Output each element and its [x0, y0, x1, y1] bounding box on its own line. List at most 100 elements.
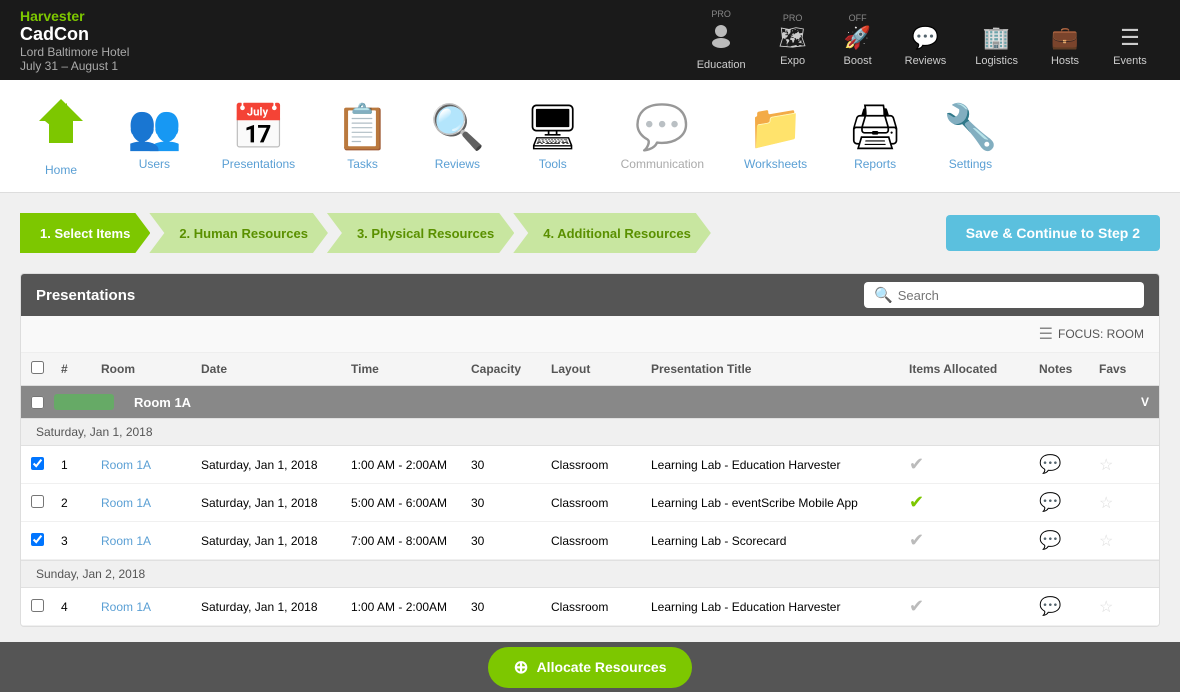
icon-nav-users[interactable]: 👥 Users: [112, 96, 197, 176]
fav-icon-2[interactable]: ☆: [1099, 495, 1113, 512]
row2-num: 2: [61, 496, 101, 510]
row2-room[interactable]: Room 1A: [101, 496, 201, 510]
step-4-label: 4. Additional Resources: [543, 226, 691, 241]
row3-fav[interactable]: ☆: [1099, 531, 1149, 551]
top-navigation: Harvester CadCon Lord Baltimore Hotel Ju…: [0, 0, 1180, 80]
icon-nav-presentations[interactable]: 📅 Presentations: [207, 96, 310, 176]
icon-nav-settings[interactable]: 🔧 Settings: [928, 96, 1013, 176]
row2-notes[interactable]: 💬: [1039, 492, 1099, 513]
reports-icon: 🖨: [847, 101, 903, 153]
icon-nav-reviews-label: Reviews: [435, 157, 480, 171]
col-date: Date: [201, 362, 351, 376]
brand-section: Harvester CadCon Lord Baltimore Hotel Ju…: [20, 8, 129, 73]
step-1-label: 1. Select Items: [40, 226, 130, 241]
row2-fav[interactable]: ☆: [1099, 493, 1149, 513]
users-icon: 👥: [127, 101, 182, 153]
nav-item-hosts[interactable]: 💼 Hosts: [1035, 5, 1095, 75]
nav-badge-events: [1129, 13, 1132, 23]
nav-item-education[interactable]: PRO Education: [685, 1, 758, 79]
col-allocated: Items Allocated: [909, 362, 1039, 376]
search-input[interactable]: [898, 288, 1134, 303]
row1-fav[interactable]: ☆: [1099, 455, 1149, 475]
nav-item-events[interactable]: ☰ Events: [1100, 5, 1160, 75]
allocated-icon-4: ✔: [909, 596, 924, 616]
nav-badge-education: PRO: [711, 9, 731, 19]
room-group-checkbox[interactable]: [31, 396, 44, 409]
icon-nav-reports[interactable]: 🖨 Reports: [832, 96, 918, 176]
nav-badge-hosts: [1064, 13, 1067, 23]
fav-icon-1[interactable]: ☆: [1099, 457, 1113, 474]
step-1[interactable]: 1. Select Items: [20, 213, 150, 253]
notes-icon-2[interactable]: 💬: [1039, 492, 1061, 512]
search-box[interactable]: 🔍: [864, 282, 1144, 308]
row1-checkbox[interactable]: [31, 457, 61, 473]
icon-nav-tools[interactable]: 🖥 Tools: [510, 96, 596, 176]
nav-label-education: Education: [697, 59, 746, 71]
row4-fav[interactable]: ☆: [1099, 597, 1149, 617]
allocated-icon-1: ✔: [909, 454, 924, 474]
row3-allocated: ✔: [909, 530, 1039, 551]
select-all-checkbox[interactable]: [31, 361, 44, 374]
row4-notes[interactable]: 💬: [1039, 596, 1099, 617]
col-checkbox[interactable]: [31, 361, 61, 377]
icon-nav-home[interactable]: Home: [20, 90, 102, 182]
table-row: 3 Room 1A Saturday, Jan 1, 2018 7:00 AM …: [21, 522, 1159, 560]
icon-nav-reviews[interactable]: 🔍 Reviews: [415, 96, 500, 176]
nav-label-reviews: Reviews: [905, 55, 947, 67]
row4-capacity: 30: [471, 600, 551, 614]
icon-nav-tasks[interactable]: 📋 Tasks: [320, 96, 405, 176]
room-group-row: Room 1A V: [21, 386, 1159, 418]
col-num: #: [61, 362, 101, 376]
nav-item-reviews[interactable]: 💬 Reviews: [893, 5, 959, 75]
nav-badge-boost: OFF: [849, 13, 867, 23]
row4-room[interactable]: Room 1A: [101, 600, 201, 614]
focus-icon: ☰: [1039, 324, 1053, 344]
row3-capacity: 30: [471, 534, 551, 548]
row1-notes[interactable]: 💬: [1039, 454, 1099, 475]
collapse-button[interactable]: V: [1141, 395, 1149, 409]
boost-icon: 🚀: [844, 25, 871, 51]
step-3[interactable]: 3. Physical Resources: [327, 213, 514, 253]
events-icon: ☰: [1120, 25, 1140, 51]
notes-icon-4[interactable]: 💬: [1039, 596, 1061, 616]
row3-room[interactable]: Room 1A: [101, 534, 201, 548]
fav-icon-4[interactable]: ☆: [1099, 599, 1113, 616]
col-layout: Layout: [551, 362, 651, 376]
nav-label-events: Events: [1113, 55, 1147, 67]
row1-room[interactable]: Room 1A: [101, 458, 201, 472]
table-header: Presentations 🔍: [21, 274, 1159, 316]
icon-nav-worksheets[interactable]: 📁 Worksheets: [729, 96, 822, 176]
nav-item-boost[interactable]: OFF 🚀 Boost: [828, 5, 888, 75]
table-title: Presentations: [36, 287, 135, 304]
row3-checkbox[interactable]: [31, 533, 61, 549]
search-icon: 🔍: [874, 286, 893, 304]
top-nav-items: PRO Education PRO 🗺 Expo OFF 🚀 Boost 💬: [685, 1, 1160, 79]
row2-title: Learning Lab - eventScribe Mobile App: [651, 496, 909, 510]
allocated-icon-2: ✔: [909, 492, 924, 512]
nav-item-logistics[interactable]: 🏢 Logistics: [963, 5, 1030, 75]
table-row: 1 Room 1A Saturday, Jan 1, 2018 1:00 AM …: [21, 446, 1159, 484]
nav-badge-expo: PRO: [783, 13, 803, 23]
icon-nav-presentations-label: Presentations: [222, 157, 295, 171]
row1-title: Learning Lab - Education Harvester: [651, 458, 909, 472]
icon-nav-settings-label: Settings: [949, 157, 992, 171]
row3-notes[interactable]: 💬: [1039, 530, 1099, 551]
row2-checkbox[interactable]: [31, 495, 61, 511]
step-4[interactable]: 4. Additional Resources: [513, 213, 711, 253]
allocate-resources-button[interactable]: ⊕ Allocate Resources: [488, 647, 691, 688]
row3-date: Saturday, Jan 1, 2018: [201, 534, 351, 548]
icon-nav-tools-label: Tools: [539, 157, 567, 171]
icon-nav-worksheets-label: Worksheets: [744, 157, 807, 171]
fav-icon-3[interactable]: ☆: [1099, 533, 1113, 550]
notes-icon-1[interactable]: 💬: [1039, 454, 1061, 474]
nav-label-boost: Boost: [844, 55, 872, 67]
focus-bar: ☰ FOCUS: ROOM: [21, 316, 1159, 353]
icon-nav-communication: 💬 Communication: [606, 96, 719, 176]
nav-item-expo[interactable]: PRO 🗺 Expo: [763, 5, 823, 75]
step-2[interactable]: 2. Human Resources: [149, 213, 328, 253]
brand-title: CadCon: [20, 24, 129, 45]
save-continue-button[interactable]: Save & Continue to Step 2: [946, 215, 1160, 251]
row4-checkbox[interactable]: [31, 599, 61, 615]
notes-icon-3[interactable]: 💬: [1039, 530, 1061, 550]
col-capacity: Capacity: [471, 362, 551, 376]
